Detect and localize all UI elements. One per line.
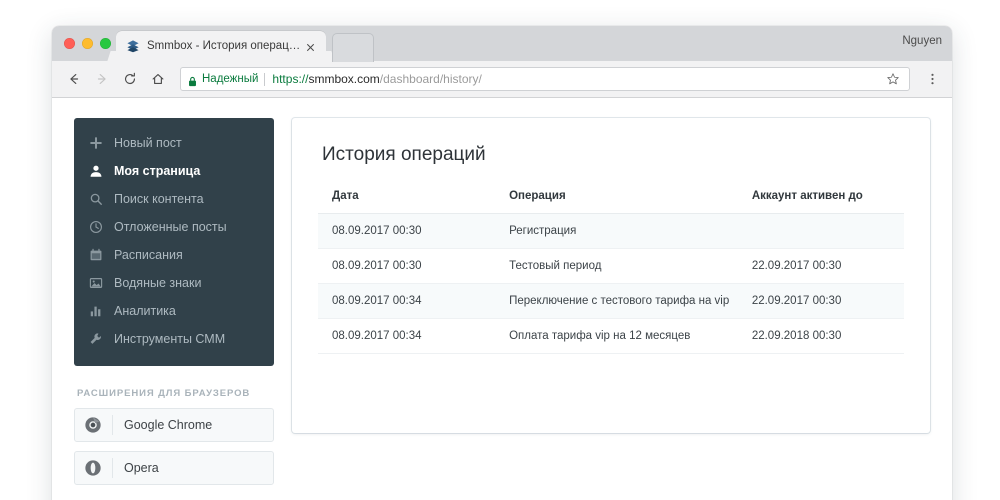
calendar-icon bbox=[88, 248, 103, 263]
browser-menu-icon[interactable] bbox=[922, 68, 942, 90]
sidebar-item-scheduled-posts[interactable]: Отложенные посты bbox=[74, 213, 274, 241]
column-header-active-until: Аккаунт активен до bbox=[737, 190, 904, 214]
cell-date: 08.09.2017 00:34 bbox=[318, 318, 496, 354]
extension-button-chrome[interactable]: Google Chrome bbox=[74, 408, 274, 442]
layers-icon bbox=[126, 39, 140, 53]
bookmark-star-icon[interactable] bbox=[883, 69, 903, 89]
sidebar-item-label: Инструменты СММ bbox=[114, 332, 226, 346]
opera-icon bbox=[83, 458, 103, 478]
page-content: Новый пост Моя страница Поиск контента О… bbox=[52, 98, 952, 500]
url-scheme: https:// bbox=[272, 72, 309, 86]
home-button[interactable] bbox=[146, 67, 170, 91]
url-text: https://smmbox.com/dashboard/history/ bbox=[272, 72, 481, 86]
close-icon[interactable] bbox=[305, 40, 318, 53]
chrome-icon bbox=[83, 415, 103, 435]
page-title: История операций bbox=[322, 144, 486, 165]
table-row[interactable]: 08.09.2017 00:34 Переключение с тестовог… bbox=[318, 283, 904, 319]
table-row[interactable]: 08.09.2017 00:30 Тестовый период 22.09.2… bbox=[318, 248, 904, 284]
cell-date: 08.09.2017 00:30 bbox=[318, 213, 496, 249]
cell-operation: Регистрация bbox=[495, 213, 738, 249]
close-window-button[interactable] bbox=[64, 38, 75, 49]
sidebar-item-schedules[interactable]: Расписания bbox=[74, 241, 274, 269]
sidebar-item-content-search[interactable]: Поиск контента bbox=[74, 185, 274, 213]
search-icon bbox=[88, 192, 103, 207]
extension-divider bbox=[112, 415, 113, 435]
reload-button[interactable] bbox=[118, 67, 142, 91]
wrench-icon bbox=[88, 332, 103, 347]
extension-label: Opera bbox=[124, 461, 159, 475]
table-row[interactable]: 08.09.2017 00:30 Регистрация bbox=[318, 213, 904, 249]
table-header: Дата Операция Аккаунт активен до bbox=[318, 190, 904, 214]
back-button[interactable] bbox=[62, 67, 86, 91]
table-body: 08.09.2017 00:30 Регистрация 08.09.2017 … bbox=[318, 213, 904, 354]
table-row[interactable]: 08.09.2017 00:34 Оплата тарифа vip на 12… bbox=[318, 318, 904, 354]
cell-active-until: 22.09.2018 00:30 bbox=[737, 318, 904, 354]
tab-strip: Smmbox - История операций Nguyen bbox=[52, 26, 952, 62]
column-header-date: Дата bbox=[318, 190, 496, 214]
cell-operation: Тестовый период bbox=[495, 248, 738, 284]
cell-date: 08.09.2017 00:34 bbox=[318, 283, 496, 319]
bar-chart-icon bbox=[88, 304, 103, 319]
history-card: История операций Дата Операция Аккаунт а… bbox=[292, 118, 930, 433]
history-table: Дата Операция Аккаунт активен до 08.09.2… bbox=[318, 190, 904, 354]
table-header-row: Дата Операция Аккаунт активен до bbox=[318, 190, 904, 214]
sidebar-item-label: Отложенные посты bbox=[114, 220, 227, 234]
profile-name[interactable]: Nguyen bbox=[902, 35, 942, 47]
address-bar[interactable]: Надежный https://smmbox.com/dashboard/hi… bbox=[180, 67, 910, 91]
sidebar-item-label: Новый пост bbox=[114, 136, 182, 150]
window-controls bbox=[64, 38, 111, 49]
sidebar-item-label: Моя страница bbox=[114, 164, 201, 178]
extension-label: Google Chrome bbox=[124, 418, 213, 432]
column-header-operation: Операция bbox=[495, 190, 738, 214]
extension-button-opera[interactable]: Opera bbox=[74, 451, 274, 485]
browser-toolbar: Надежный https://smmbox.com/dashboard/hi… bbox=[52, 61, 952, 98]
screenshot-root: Smmbox - История операций Nguyen Надежны… bbox=[0, 0, 1000, 500]
cell-active-until bbox=[737, 213, 904, 249]
sidebar-item-watermarks[interactable]: Водяные знаки bbox=[74, 269, 274, 297]
sidebar-item-analytics[interactable]: Аналитика bbox=[74, 297, 274, 325]
tab-title: Smmbox - История операций bbox=[147, 40, 301, 52]
plus-icon bbox=[88, 136, 103, 151]
extensions-heading: РАСШИРЕНИЯ ДЛЯ БРАУЗЕРОВ bbox=[77, 388, 251, 399]
url-path: /dashboard/history/ bbox=[379, 72, 482, 86]
security-label: Надежный bbox=[202, 73, 259, 85]
new-tab-button[interactable] bbox=[332, 33, 374, 62]
image-icon bbox=[88, 276, 103, 291]
omnibox-divider bbox=[264, 72, 266, 86]
cell-operation: Оплата тарифа vip на 12 месяцев bbox=[495, 318, 738, 354]
sidebar-item-new-post[interactable]: Новый пост bbox=[74, 129, 274, 157]
browser-tab[interactable]: Smmbox - История операций bbox=[116, 31, 326, 61]
sidebar-item-label: Поиск контента bbox=[114, 192, 204, 206]
cell-operation: Переключение с тестового тарифа на vip bbox=[495, 283, 738, 319]
cell-active-until: 22.09.2017 00:30 bbox=[737, 283, 904, 319]
sidebar-item-label: Водяные знаки bbox=[114, 276, 202, 290]
lock-icon bbox=[187, 74, 198, 86]
sidebar-item-label: Расписания bbox=[114, 248, 183, 262]
user-icon bbox=[88, 164, 103, 179]
extension-divider bbox=[112, 458, 113, 478]
zoom-window-button[interactable] bbox=[100, 38, 111, 49]
browser-window: Smmbox - История операций Nguyen Надежны… bbox=[52, 26, 952, 500]
forward-button[interactable] bbox=[90, 67, 114, 91]
cell-active-until: 22.09.2017 00:30 bbox=[737, 248, 904, 284]
sidebar-nav: Новый пост Моя страница Поиск контента О… bbox=[74, 118, 274, 366]
clock-icon bbox=[88, 220, 103, 235]
cell-date: 08.09.2017 00:30 bbox=[318, 248, 496, 284]
sidebar-item-my-page[interactable]: Моя страница bbox=[74, 157, 274, 185]
minimize-window-button[interactable] bbox=[82, 38, 93, 49]
sidebar-item-smm-tools[interactable]: Инструменты СММ bbox=[74, 325, 274, 353]
url-host: smmbox.com bbox=[308, 72, 380, 86]
sidebar: Новый пост Моя страница Поиск контента О… bbox=[74, 118, 274, 500]
sidebar-item-label: Аналитика bbox=[114, 304, 176, 318]
